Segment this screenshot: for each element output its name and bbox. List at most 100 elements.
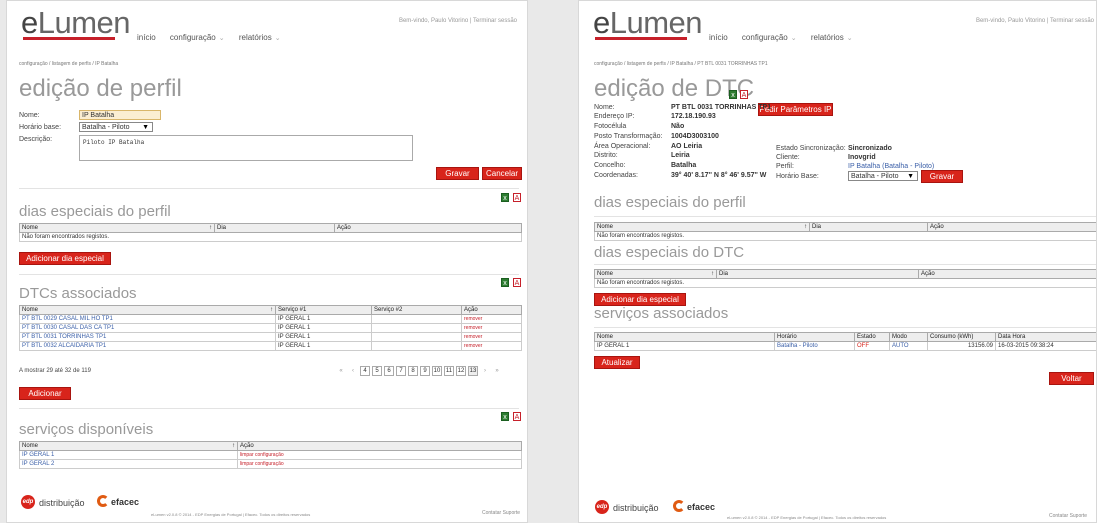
elumen-logo[interactable]: eLumen xyxy=(593,5,703,41)
pdf-icon[interactable]: A xyxy=(513,412,521,421)
remover-link[interactable]: remover xyxy=(461,332,522,342)
page-button[interactable]: 4 xyxy=(360,366,370,376)
field-label: Distrito: xyxy=(594,152,618,159)
empty-message: Não foram encontrados registos. xyxy=(19,232,522,242)
field-value: Sincronizado xyxy=(848,145,892,152)
col-servico1[interactable]: Serviço #1 xyxy=(275,305,372,315)
prev-page-button[interactable]: ‹ xyxy=(348,367,358,377)
contatar-suporte-link[interactable]: Contatar Suporte xyxy=(482,510,520,516)
divider xyxy=(594,264,1096,265)
nav-inicio[interactable]: início xyxy=(137,33,156,42)
footer-copyright: eLumen v2.0.8 © 2014 - EDP Energias de P… xyxy=(727,515,887,520)
servicos-title: serviços disponíveis xyxy=(19,421,154,438)
page-button[interactable]: 5 xyxy=(372,366,382,376)
col-nome[interactable]: Nome ↑ xyxy=(594,269,717,279)
pdf-icon[interactable]: A xyxy=(740,90,748,99)
col-servico2[interactable]: Serviço #2 xyxy=(371,305,462,315)
breadcrumb[interactable]: configuração / listagem de perfis / IP B… xyxy=(19,61,118,67)
excel-icon[interactable]: x xyxy=(501,193,509,202)
nav-configuracao[interactable]: configuração ⌄ xyxy=(742,33,797,42)
gravar-button[interactable]: Gravar xyxy=(436,167,479,180)
main-nav: início configuração ⌄ relatórios ⌄ xyxy=(709,33,865,42)
descricao-textarea[interactable]: Piloto IP Batalha xyxy=(79,135,413,161)
col-horario[interactable]: Horário xyxy=(774,332,855,342)
horario-select[interactable]: Batalha - Piloto xyxy=(848,171,918,181)
contatar-suporte-link[interactable]: Contatar Suporte xyxy=(1049,513,1087,519)
pagination: «‹ 4 5 6 7 8 9 10 11 12 13 ›» xyxy=(336,366,504,377)
col-nome[interactable]: Nome ↑ xyxy=(19,441,238,451)
breadcrumb[interactable]: configuração / listagem de perfis / IP B… xyxy=(594,61,768,67)
adicionar-button[interactable]: Adicionar xyxy=(19,387,71,400)
col-acao[interactable]: Ação xyxy=(237,441,522,451)
atualizar-button[interactable]: Atualizar xyxy=(594,356,640,369)
nav-inicio[interactable]: início xyxy=(709,33,728,42)
page-button[interactable]: 10 xyxy=(432,366,442,376)
excel-icon[interactable]: x xyxy=(501,412,509,421)
col-nome[interactable]: Nome xyxy=(594,332,775,342)
table-row: PT BTL 0032 ALCAIDARIA TP1 IP GERAL 1 remo… xyxy=(19,341,522,351)
nav-relatorios[interactable]: relatórios ⌄ xyxy=(239,33,281,42)
field-value: Não xyxy=(671,123,685,130)
adicionar-dia-button[interactable]: Adicionar dia especial xyxy=(19,252,111,265)
col-data-hora[interactable]: Data Hora xyxy=(995,332,1096,342)
col-nome[interactable]: Nome ↑ xyxy=(19,223,215,233)
dtc-link[interactable]: PT BTL 0029 CASAL MIL HO TP1 xyxy=(19,314,276,324)
voltar-button[interactable]: Voltar xyxy=(1049,372,1094,385)
servico1-cell: IP GERAL 1 xyxy=(275,314,372,324)
horario-select[interactable]: Batalha - Piloto xyxy=(79,122,153,132)
limpar-link[interactable]: limpar configuração xyxy=(237,459,522,469)
col-dia[interactable]: Dia xyxy=(214,223,335,233)
field-value: 1004D3003100 xyxy=(671,133,719,140)
col-modo[interactable]: Modo xyxy=(889,332,928,342)
dtc-link[interactable]: PT BTL 0032 ALCAIDARIA TP1 xyxy=(19,341,276,351)
page-button-current[interactable]: 13 xyxy=(468,366,478,376)
col-acao[interactable]: Ação xyxy=(461,305,522,315)
first-page-button[interactable]: « xyxy=(336,367,346,377)
next-page-button[interactable]: › xyxy=(480,367,490,377)
col-acao[interactable]: Ação xyxy=(927,222,1096,232)
horario-label: Horário base: xyxy=(19,124,62,131)
edp-logo: edp xyxy=(21,495,35,509)
user-links[interactable]: Bem-vindo, Paulo Vitorino | Terminar ses… xyxy=(399,18,517,24)
page-button[interactable]: 9 xyxy=(420,366,430,376)
page-button[interactable]: 8 xyxy=(408,366,418,376)
cancelar-button[interactable]: Cancelar xyxy=(482,167,522,180)
servicos-associados-table: Nome Horário Estado Modo Consumo (kWh) Data H… xyxy=(594,332,1096,351)
perfil-link[interactable]: IP Batalha (Batalha - Piloto) xyxy=(848,163,934,170)
last-page-button[interactable]: » xyxy=(492,367,502,377)
col-nome[interactable]: Nome ↑ xyxy=(594,222,810,232)
excel-icon[interactable]: x xyxy=(729,90,737,99)
profile-edit-panel: eLumen início configuração ⌄ relatórios ⌄ … xyxy=(6,0,528,523)
col-acao[interactable]: Ação xyxy=(334,223,522,233)
gravar-button[interactable]: Gravar xyxy=(921,170,963,183)
page-button[interactable]: 11 xyxy=(444,366,454,376)
dtcs-title: DTCs associados xyxy=(19,285,137,302)
col-dia[interactable]: Dia xyxy=(716,269,919,279)
pdf-icon[interactable]: A xyxy=(513,193,521,202)
consumo-cell: 13156.09 xyxy=(927,341,996,351)
field-label: Área Operacional: xyxy=(594,143,651,150)
excel-icon[interactable]: x xyxy=(501,278,509,287)
field-label: Cliente: xyxy=(776,154,800,161)
page-button[interactable]: 12 xyxy=(456,366,466,376)
col-estado[interactable]: Estado xyxy=(854,332,890,342)
col-dia[interactable]: Dia xyxy=(809,222,928,232)
nav-configuracao[interactable]: configuração ⌄ xyxy=(170,33,225,42)
dtc-link[interactable]: PT BTL 0031 TORRINHAS TP1 xyxy=(19,332,276,342)
user-links[interactable]: Bem-vindo, Paulo Vitorino | Terminar ses… xyxy=(976,18,1094,24)
page-button[interactable]: 6 xyxy=(384,366,394,376)
col-acao[interactable]: Ação xyxy=(918,269,1096,279)
col-consumo[interactable]: Consumo (kWh) xyxy=(927,332,996,342)
col-nome[interactable]: Nome ↑ xyxy=(19,305,276,315)
remover-link[interactable]: remover xyxy=(461,314,522,324)
nome-input[interactable]: IP Batalha xyxy=(79,110,161,120)
remover-link[interactable]: remover xyxy=(461,341,522,351)
dtc-link[interactable]: PT BTL 0030 CASAL DAS CA TP1 xyxy=(19,323,276,333)
sort-icon: ↑ xyxy=(209,225,212,231)
limpar-link[interactable]: limpar configuração xyxy=(237,450,522,460)
remover-link[interactable]: remover xyxy=(461,323,522,333)
elumen-logo[interactable]: eLumen xyxy=(21,5,131,41)
nav-relatorios[interactable]: relatórios ⌄ xyxy=(811,33,853,42)
pdf-icon[interactable]: A xyxy=(513,278,521,287)
page-button[interactable]: 7 xyxy=(396,366,406,376)
